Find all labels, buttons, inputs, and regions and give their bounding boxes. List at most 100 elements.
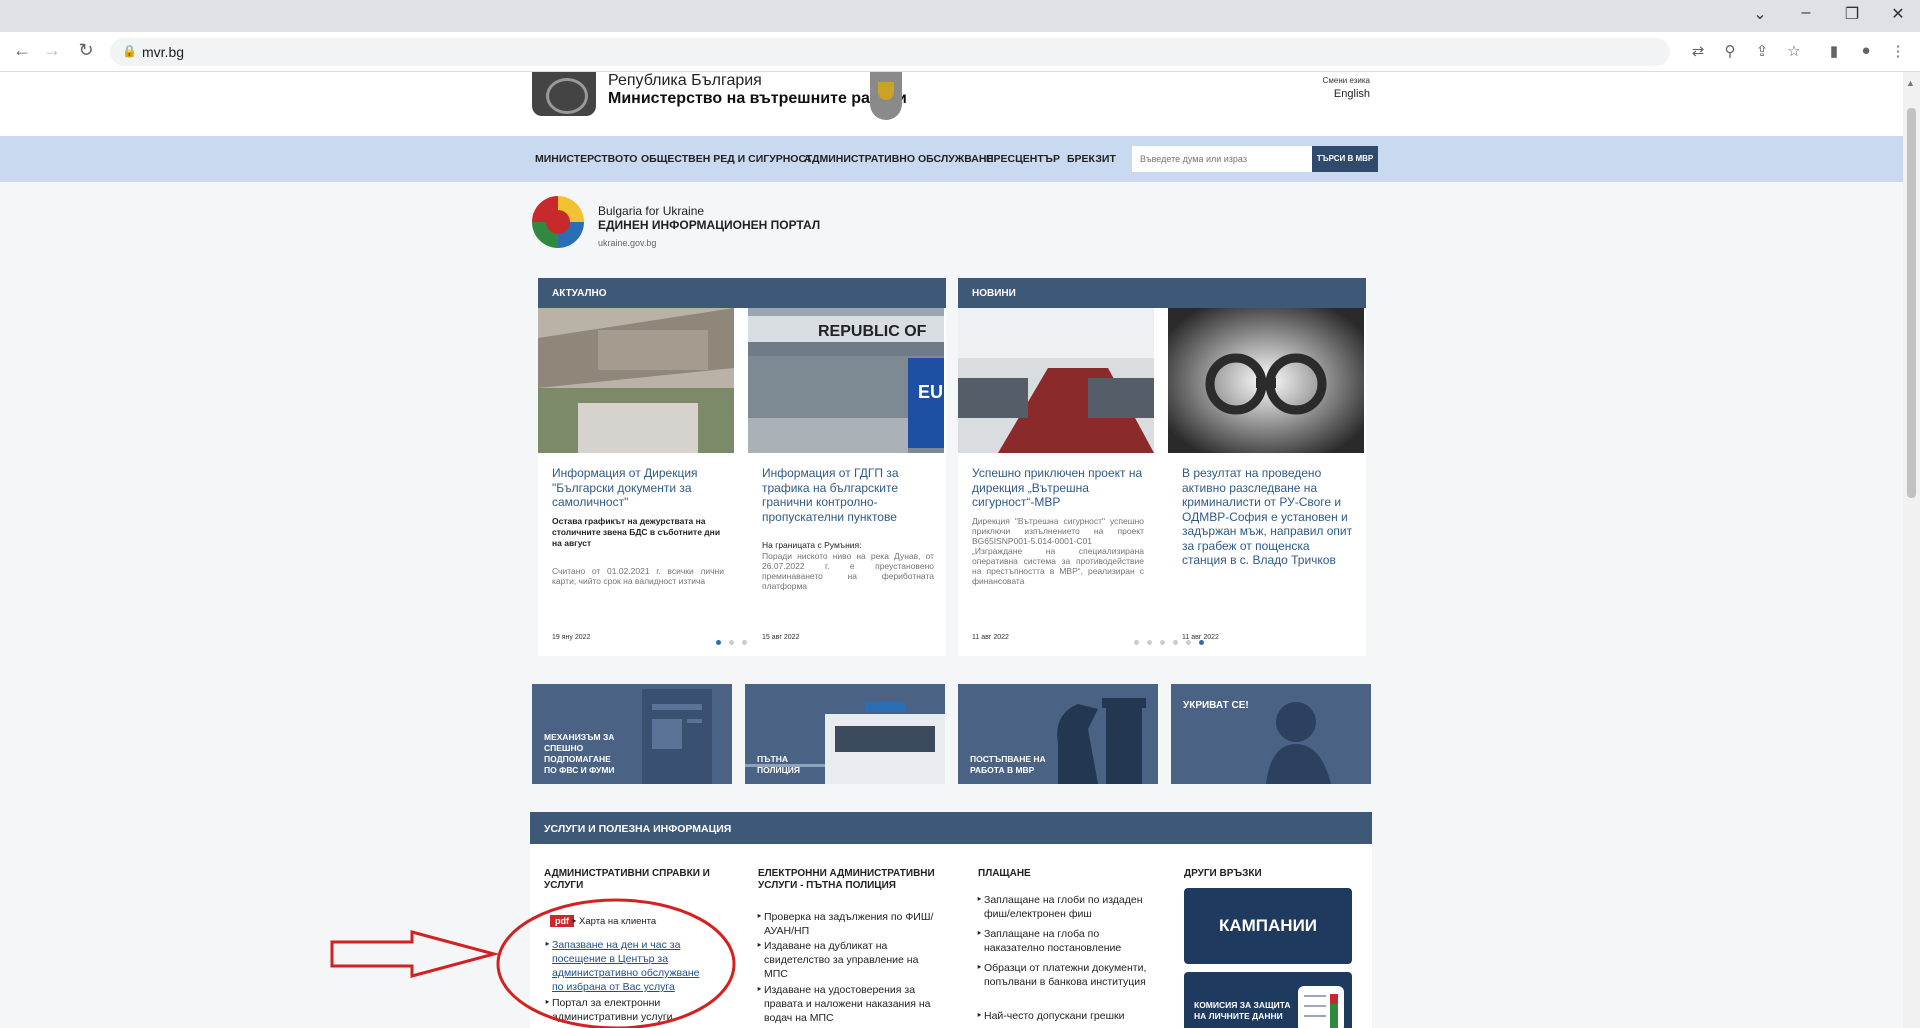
news-panel-heading: НОВИНИ — [958, 278, 1366, 308]
republic-title[interactable]: Република България — [608, 72, 762, 90]
col-eservices-heading: ЕЛЕКТРОННИ АДМИНИСТРАТИВНИ УСЛУГИ - ПЪТН… — [758, 868, 935, 891]
svg-text:EU: EU — [918, 382, 943, 402]
menu-kebab-icon[interactable]: ⋮ — [1888, 42, 1908, 60]
side-panel-icon[interactable]: ▮ — [1824, 42, 1844, 60]
browser-tab-bar: ⌄ – ❐ ✕ — [0, 0, 1920, 32]
e-services-portal-link[interactable]: Портал за електронни административни усл… — [544, 996, 702, 1024]
bookmark-star-icon[interactable]: ☆ — [1784, 42, 1804, 60]
carousel-dot[interactable] — [1186, 640, 1191, 645]
scrollbar-thumb[interactable] — [1907, 108, 1916, 498]
driver-certificate-link[interactable]: Издаване на удостоверения за правата и н… — [756, 983, 934, 1025]
card-image-conference[interactable] — [958, 308, 1154, 453]
carousel-dot[interactable] — [1199, 640, 1204, 645]
card-date: 11 авг 2022 — [972, 634, 1009, 641]
tile-careers[interactable]: ПОСТЪПВАНЕ НА РАБОТА В МВР — [958, 684, 1158, 784]
main-navigation: МИНИСТЕРСТВОТО ОБЩЕСТВЕН РЕД И СИГУРНОСТ… — [0, 136, 1903, 182]
ministry-title[interactable]: Министерство на вътрешните работи — [608, 90, 907, 108]
card-description: Считано от 01.02.2021 г. всички лични ка… — [552, 566, 724, 586]
news-card[interactable]: Успешно приключен проект на дирекция „Въ… — [958, 308, 1154, 656]
nav-brexit[interactable]: БРЕКЗИТ — [1067, 153, 1116, 165]
carousel-dot[interactable] — [1173, 640, 1178, 645]
actual-panel: АКТУАЛНО Информация от Дирекция "Българс… — [538, 278, 946, 656]
tile-wanted[interactable]: УКРИВАТ СЕ! — [1171, 684, 1371, 784]
browser-toolbar: ← → ↻ 🔒 mvr.bg ⇄ ⚲ ⇪ ☆ ▮ ● ⋮ — [0, 32, 1920, 72]
news-card[interactable]: Информация от Дирекция "Български докуме… — [538, 308, 734, 656]
ukraine-portal-line2[interactable]: ЕДИНЕН ИНФОРМАЦИОНЕН ПОРТАЛ — [598, 218, 820, 232]
pay-fine-ticket-link[interactable]: Заплащане на глоби по издаден фиш/електр… — [976, 893, 1154, 921]
carousel-dot[interactable] — [742, 640, 747, 645]
tile-label[interactable]: МЕХАНИЗЪМ ЗА СПЕШНО ПОДПОМАГАНЕ ПО ФВС И… — [544, 732, 624, 776]
campaigns-button[interactable]: КАМПАНИИ — [1184, 888, 1352, 964]
card-date: 19 яну 2022 — [552, 634, 591, 641]
carousel-dot[interactable] — [1160, 640, 1165, 645]
data-protection-logo-icon — [1298, 986, 1344, 1028]
carousel-dot[interactable] — [729, 640, 734, 645]
data-protection-button[interactable]: КОМИСИЯ ЗА ЗАЩИТА НА ЛИЧНИТЕ ДАННИ — [1184, 972, 1352, 1028]
card-title[interactable]: В резултат на проведено активно разследв… — [1182, 466, 1354, 568]
license-duplicate-link[interactable]: Издаване на дубликат на свидетелство за … — [756, 939, 934, 981]
restore-icon[interactable]: ❐ — [1834, 4, 1870, 24]
col-other-heading: ДРУГИ ВРЪЗКИ — [1184, 868, 1262, 879]
profile-icon[interactable]: ● — [1856, 42, 1876, 59]
carousel-dot[interactable] — [1134, 640, 1139, 645]
payment-forms-link[interactable]: Образци от платежни документи, попълвани… — [976, 961, 1154, 989]
close-icon[interactable]: ✕ — [1880, 4, 1916, 24]
tile-label[interactable]: УКРИВАТ СЕ! — [1183, 700, 1249, 711]
pay-penal-decree-link[interactable]: Заплащане на глоба по наказателно постан… — [976, 927, 1154, 955]
address-url[interactable]: mvr.bg — [142, 44, 184, 60]
news-carousel-dots — [1130, 632, 1208, 645]
ukraine-portal-line1[interactable]: Bulgaria for Ukraine — [598, 204, 704, 218]
col-payments-heading: ПЛАЩАНЕ — [978, 868, 1031, 879]
card-title[interactable]: Успешно приключен проект на дирекция „Въ… — [972, 466, 1144, 510]
search-input[interactable] — [1132, 146, 1312, 172]
check-fines-link[interactable]: Проверка на задължения по ФИШ/АУАН/НП — [756, 910, 934, 938]
site-header: Република България Министерство на вътре… — [0, 72, 1903, 136]
book-appointment-link[interactable]: Запазване на ден и час за посещение в Це… — [544, 938, 712, 994]
news-card[interactable]: REPUBLIC OF EU Информация от ГДГП за тра… — [748, 308, 944, 656]
svg-text:REPUBLIC OF: REPUBLIC OF — [818, 323, 927, 340]
tile-label[interactable]: ПОСТЪПВАНЕ НА РАБОТА В МВР — [970, 754, 1070, 776]
carousel-dot[interactable] — [1147, 640, 1152, 645]
carousel-dot[interactable] — [716, 640, 721, 645]
data-protection-label: КОМИСИЯ ЗА ЗАЩИТА НА ЛИЧНИТЕ ДАННИ — [1194, 1000, 1291, 1021]
tile-label[interactable]: ПЪТНА ПОЛИЦИЯ — [757, 754, 827, 776]
card-subtitle: Остава графикът на дежурствата на столич… — [552, 516, 721, 548]
services-section: УСЛУГИ И ПОЛЕЗНА ИНФОРМАЦИЯ АДМИНИСТРАТИ… — [530, 812, 1372, 1028]
card-description: Поради ниското ниво на река Дунав, от 26… — [762, 551, 934, 591]
page-scrollbar[interactable]: ▲ — [1903, 72, 1920, 1028]
address-bar[interactable]: 🔒 mvr.bg — [110, 38, 1670, 66]
nav-ministry[interactable]: МИНИСТЕРСТВОТО — [535, 153, 637, 165]
common-errors-link[interactable]: Най-често допускани грешки — [976, 1009, 1154, 1023]
tab-search-icon[interactable]: ⌄ — [1742, 4, 1778, 24]
card-title[interactable]: Информация от Дирекция "Български докуме… — [552, 466, 724, 510]
coat-of-arms-icon[interactable] — [532, 72, 596, 116]
nav-public-order[interactable]: ОБЩЕСТВЕН РЕД И СИГУРНОСТ — [641, 153, 812, 165]
forward-icon[interactable]: → — [40, 40, 64, 61]
card-image-building[interactable] — [538, 308, 734, 453]
back-icon[interactable]: ← — [10, 40, 34, 61]
share-icon[interactable]: ⇪ — [1752, 42, 1772, 60]
tile-traffic-police[interactable]: ПЪТНА ПОЛИЦИЯ — [745, 684, 945, 784]
translate-icon[interactable]: ⇄ — [1688, 42, 1708, 60]
nav-admin-services[interactable]: АДМИНИСТРАТИВНО ОБСЛУЖВАНЕ — [804, 153, 993, 165]
services-heading: УСЛУГИ И ПОЛЕЗНА ИНФОРМАЦИЯ — [530, 812, 1372, 844]
reload-icon[interactable]: ↻ — [74, 40, 98, 61]
card-date: 15 авг 2022 — [762, 634, 800, 641]
zoom-icon[interactable]: ⚲ — [1720, 42, 1740, 60]
actual-carousel-dots — [712, 632, 751, 645]
lock-icon: 🔒 — [122, 44, 137, 58]
ukraine-portal-logo-icon[interactable] — [532, 196, 584, 248]
minimize-icon[interactable]: – — [1788, 4, 1824, 22]
client-charter-link[interactable]: Харта на клиента — [571, 915, 656, 929]
card-subtitle: На границата с Румъния: — [762, 540, 862, 550]
nav-press-center[interactable]: ПРЕСЦЕНТЪР — [986, 153, 1060, 165]
ukraine-portal-url[interactable]: ukraine.gov.bg — [598, 238, 656, 248]
scroll-up-icon[interactable]: ▲ — [1906, 78, 1915, 88]
news-card[interactable]: В резултат на проведено активно разследв… — [1168, 308, 1364, 656]
english-link[interactable]: English — [1300, 88, 1370, 100]
search-button[interactable]: ТЪРСИ В МВР — [1312, 146, 1378, 172]
card-image-handcuffs[interactable] — [1168, 308, 1364, 453]
card-title[interactable]: Информация от ГДГП за трафика на българс… — [762, 466, 934, 524]
tile-fvs-fumi[interactable]: МЕХАНИЗЪМ ЗА СПЕШНО ПОДПОМАГАНЕ ПО ФВС И… — [532, 684, 732, 784]
card-image-border-checkpoint[interactable]: REPUBLIC OF EU — [748, 308, 944, 453]
